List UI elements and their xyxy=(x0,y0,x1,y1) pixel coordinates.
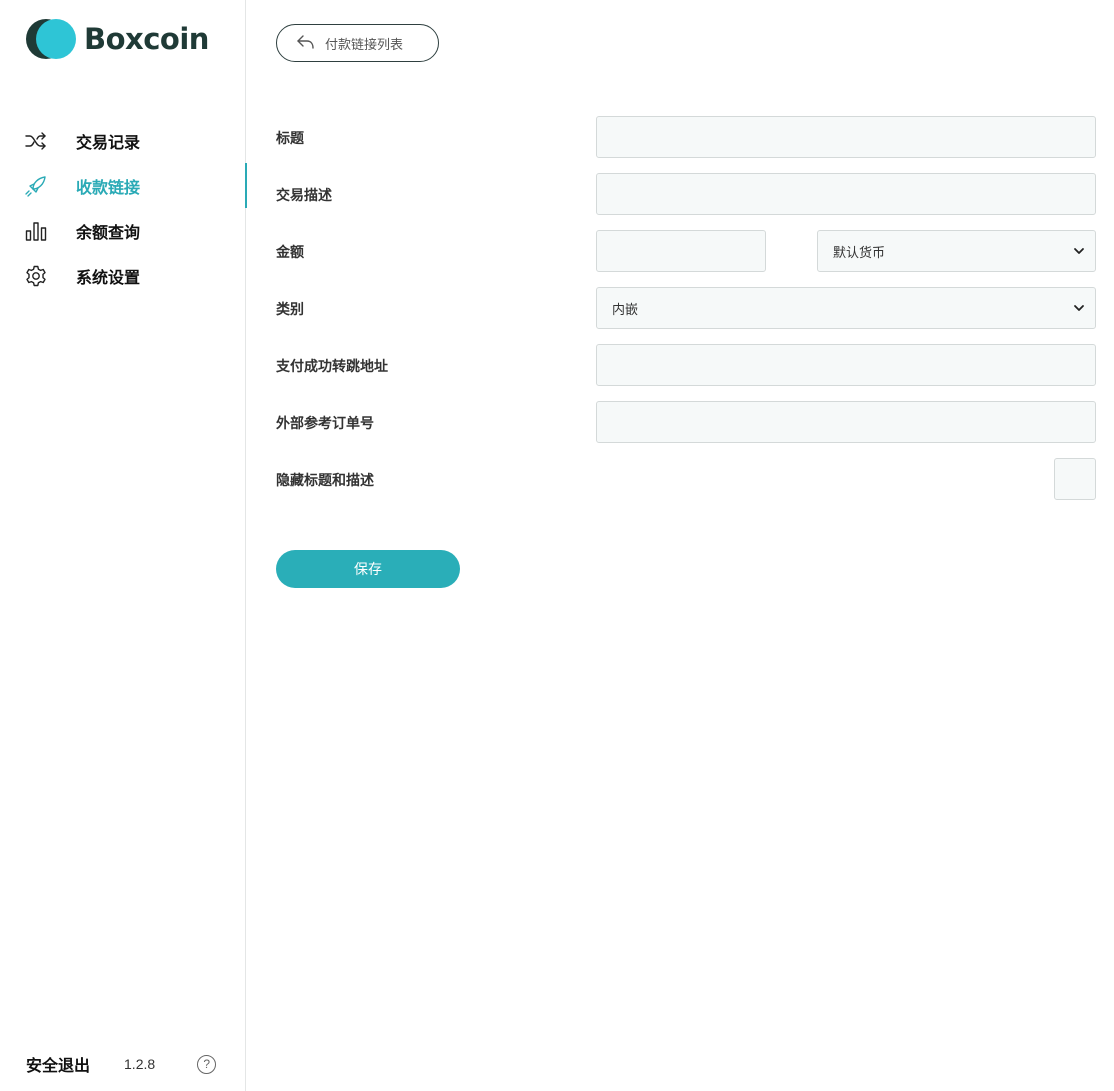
title-input[interactable] xyxy=(596,116,1096,158)
sidebar-item-label: 余额查询 xyxy=(76,222,141,242)
back-to-list-button[interactable]: 付款链接列表 xyxy=(276,24,439,62)
field-label: 类别 xyxy=(276,302,304,318)
main-content: 付款链接列表 标题 交易描述 金额 默认货币 类别 内嵌 支付成功转跳地址 外部… xyxy=(247,0,1114,1091)
sidebar-item-label: 收款链接 xyxy=(76,177,141,197)
sidebar-nav: 交易记录 收款链接 余额查询 系统设置 xyxy=(0,118,247,298)
help-question-icon[interactable]: ? xyxy=(197,1054,217,1074)
hide-title-checkbox[interactable] xyxy=(1054,458,1096,500)
logo-mark-icon xyxy=(26,19,76,59)
form-row-hide: 隐藏标题和描述 xyxy=(276,458,1096,500)
currency-selected-value: 默认货币 xyxy=(833,245,886,261)
sidebar-item-label: 交易记录 xyxy=(76,132,141,152)
brand-name: Boxcoin xyxy=(84,22,209,56)
field-label: 标题 xyxy=(276,131,304,147)
sidebar-item-settings[interactable]: 系统设置 xyxy=(0,253,246,298)
sidebar-item-transactions[interactable]: 交易记录 xyxy=(0,118,246,163)
sidebar-item-label: 系统设置 xyxy=(76,267,141,287)
field-label: 金额 xyxy=(276,245,304,261)
version-label: 1.2.8 xyxy=(124,1056,156,1072)
brand-logo[interactable]: Boxcoin xyxy=(26,19,209,59)
form-row-redirect: 支付成功转跳地址 xyxy=(276,344,1096,386)
form-row-description: 交易描述 xyxy=(276,173,1096,215)
logout-link[interactable]: 安全退出 xyxy=(26,1052,90,1076)
sidebar-footer: 安全退出 1.2.8 ? xyxy=(26,1052,226,1076)
category-selected-value: 内嵌 xyxy=(612,302,639,318)
currency-select[interactable]: 默认货币 xyxy=(817,230,1096,272)
sidebar: Boxcoin 交易记录 收款链接 余额查询 系统设置 安全退出 1.2.8 ? xyxy=(0,0,247,1091)
category-select[interactable]: 内嵌 xyxy=(596,287,1096,329)
field-label: 交易描述 xyxy=(276,188,332,204)
form-row-category: 类别 内嵌 xyxy=(276,287,1096,329)
reference-order-input[interactable] xyxy=(596,401,1096,443)
sidebar-item-balance[interactable]: 余额查询 xyxy=(0,208,246,253)
sidebar-item-payment-links[interactable]: 收款链接 xyxy=(0,163,247,208)
form-row-reference: 外部参考订单号 xyxy=(276,401,1096,443)
back-button-label: 付款链接列表 xyxy=(325,37,404,53)
bar-chart-icon xyxy=(25,220,47,242)
amount-input[interactable] xyxy=(596,230,766,272)
rocket-icon xyxy=(25,175,47,197)
description-input[interactable] xyxy=(596,173,1096,215)
field-label: 支付成功转跳地址 xyxy=(276,359,388,375)
reply-arrow-icon xyxy=(297,34,315,53)
redirect-url-input[interactable] xyxy=(596,344,1096,386)
gear-icon xyxy=(25,265,47,287)
form-row-title: 标题 xyxy=(276,116,1096,158)
save-button[interactable]: 保存 xyxy=(276,550,460,588)
chevron-down-icon xyxy=(1074,305,1084,311)
field-label: 外部参考订单号 xyxy=(276,416,374,432)
chevron-down-icon xyxy=(1074,248,1084,254)
form-row-amount: 金额 默认货币 xyxy=(276,230,1096,272)
field-label: 隐藏标题和描述 xyxy=(276,473,374,489)
shuffle-icon xyxy=(25,130,47,152)
